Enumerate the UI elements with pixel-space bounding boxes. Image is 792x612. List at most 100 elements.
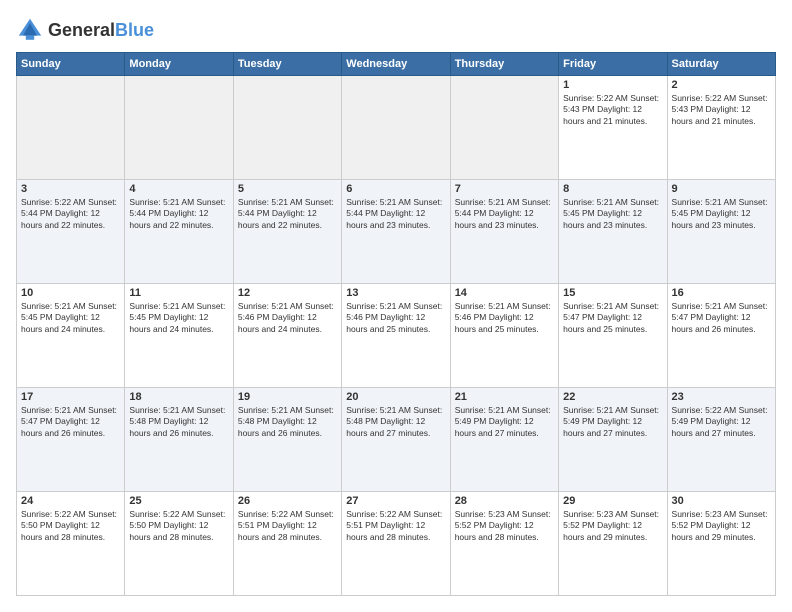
empty-cell xyxy=(450,76,558,180)
page: GeneralBlue SundayMondayTuesdayWednesday… xyxy=(0,0,792,612)
col-header-monday: Monday xyxy=(125,53,233,76)
day-number: 25 xyxy=(129,495,228,507)
day-number: 18 xyxy=(129,391,228,403)
day-info: Sunrise: 5:21 AM Sunset: 5:45 PM Dayligh… xyxy=(129,301,228,335)
day-number: 5 xyxy=(238,183,337,195)
day-number: 8 xyxy=(563,183,662,195)
calendar-week-5: 24 Sunrise: 5:22 AM Sunset: 5:50 PM Dayli… xyxy=(17,492,776,596)
col-header-tuesday: Tuesday xyxy=(233,53,341,76)
calendar-week-2: 3 Sunrise: 5:22 AM Sunset: 5:44 PM Daylig… xyxy=(17,180,776,284)
calendar-day-7: 7 Sunrise: 5:21 AM Sunset: 5:44 PM Daylig… xyxy=(450,180,558,284)
day-info: Sunrise: 5:21 AM Sunset: 5:49 PM Dayligh… xyxy=(563,405,662,439)
logo-text: GeneralBlue xyxy=(48,21,154,39)
day-number: 4 xyxy=(129,183,228,195)
calendar-day-10: 10Sunrise: 5:21 AM Sunset: 5:45 PM Dayli… xyxy=(17,284,125,388)
day-info: Sunrise: 5:22 AM Sunset: 5:44 PM Dayligh… xyxy=(21,197,120,231)
logo: GeneralBlue xyxy=(16,16,154,44)
day-number: 20 xyxy=(346,391,445,403)
calendar-day-28: 28 Sunrise: 5:23 AM Sunset: 5:52 PM Dayli… xyxy=(450,492,558,596)
calendar-day-11: 11 Sunrise: 5:21 AM Sunset: 5:45 PM Dayli… xyxy=(125,284,233,388)
col-header-thursday: Thursday xyxy=(450,53,558,76)
day-info: Sunrise: 5:21 AM Sunset: 5:44 PM Dayligh… xyxy=(129,197,228,231)
calendar-day-8: 8 Sunrise: 5:21 AM Sunset: 5:45 PM Daylig… xyxy=(559,180,667,284)
day-info: Sunrise: 5:21 AM Sunset: 5:47 PM Dayligh… xyxy=(563,301,662,335)
calendar-day-3: 3 Sunrise: 5:22 AM Sunset: 5:44 PM Daylig… xyxy=(17,180,125,284)
calendar: SundayMondayTuesdayWednesdayThursdayFrid… xyxy=(16,52,776,596)
calendar-day-19: 19 Sunrise: 5:21 AM Sunset: 5:48 PM Dayli… xyxy=(233,388,341,492)
day-number: 3 xyxy=(21,183,120,195)
calendar-day-26: 26Sunrise: 5:22 AM Sunset: 5:51 PM Dayli… xyxy=(233,492,341,596)
day-info: Sunrise: 5:21 AM Sunset: 5:44 PM Dayligh… xyxy=(238,197,337,231)
day-number: 22 xyxy=(563,391,662,403)
day-info: Sunrise: 5:21 AM Sunset: 5:45 PM Dayligh… xyxy=(21,301,120,335)
day-number: 14 xyxy=(455,287,554,299)
day-number: 27 xyxy=(346,495,445,507)
day-number: 19 xyxy=(238,391,337,403)
calendar-day-2: 2 Sunrise: 5:22 AM Sunset: 5:43 PM Daylig… xyxy=(667,76,775,180)
day-info: Sunrise: 5:21 AM Sunset: 5:49 PM Dayligh… xyxy=(455,405,554,439)
col-header-friday: Friday xyxy=(559,53,667,76)
empty-cell xyxy=(342,76,450,180)
empty-cell xyxy=(17,76,125,180)
calendar-day-4: 4 Sunrise: 5:21 AM Sunset: 5:44 PM Daylig… xyxy=(125,180,233,284)
calendar-day-27: 27 Sunrise: 5:22 AM Sunset: 5:51 PM Dayli… xyxy=(342,492,450,596)
calendar-day-20: 20 Sunrise: 5:21 AM Sunset: 5:48 PM Dayli… xyxy=(342,388,450,492)
calendar-day-23: 23 Sunrise: 5:22 AM Sunset: 5:49 PM Dayli… xyxy=(667,388,775,492)
day-info: Sunrise: 5:21 AM Sunset: 5:48 PM Dayligh… xyxy=(238,405,337,439)
day-number: 30 xyxy=(672,495,771,507)
calendar-day-22: 22 Sunrise: 5:21 AM Sunset: 5:49 PM Dayli… xyxy=(559,388,667,492)
calendar-week-1: 1 Sunrise: 5:22 AM Sunset: 5:43 PM Daylig… xyxy=(17,76,776,180)
day-info: Sunrise: 5:22 AM Sunset: 5:51 PM Dayligh… xyxy=(238,509,337,543)
calendar-day-9: 9Sunrise: 5:21 AM Sunset: 5:45 PM Daylig… xyxy=(667,180,775,284)
day-info: Sunrise: 5:21 AM Sunset: 5:44 PM Dayligh… xyxy=(455,197,554,231)
col-header-saturday: Saturday xyxy=(667,53,775,76)
day-info: Sunrise: 5:22 AM Sunset: 5:51 PM Dayligh… xyxy=(346,509,445,543)
calendar-week-4: 17 Sunrise: 5:21 AM Sunset: 5:47 PM Dayli… xyxy=(17,388,776,492)
calendar-day-29: 29Sunrise: 5:23 AM Sunset: 5:52 PM Dayli… xyxy=(559,492,667,596)
day-info: Sunrise: 5:21 AM Sunset: 5:47 PM Dayligh… xyxy=(21,405,120,439)
day-number: 1 xyxy=(563,79,662,91)
day-number: 11 xyxy=(129,287,228,299)
day-number: 2 xyxy=(672,79,771,91)
calendar-day-6: 6 Sunrise: 5:21 AM Sunset: 5:44 PM Daylig… xyxy=(342,180,450,284)
day-info: Sunrise: 5:22 AM Sunset: 5:49 PM Dayligh… xyxy=(672,405,771,439)
day-info: Sunrise: 5:21 AM Sunset: 5:45 PM Dayligh… xyxy=(672,197,771,231)
day-info: Sunrise: 5:22 AM Sunset: 5:43 PM Dayligh… xyxy=(672,93,771,127)
empty-cell xyxy=(233,76,341,180)
calendar-day-12: 12 Sunrise: 5:21 AM Sunset: 5:46 PM Dayli… xyxy=(233,284,341,388)
day-number: 28 xyxy=(455,495,554,507)
day-number: 7 xyxy=(455,183,554,195)
day-number: 23 xyxy=(672,391,771,403)
col-header-sunday: Sunday xyxy=(17,53,125,76)
calendar-day-30: 30 Sunrise: 5:23 AM Sunset: 5:52 PM Dayli… xyxy=(667,492,775,596)
day-info: Sunrise: 5:21 AM Sunset: 5:46 PM Dayligh… xyxy=(455,301,554,335)
day-info: Sunrise: 5:23 AM Sunset: 5:52 PM Dayligh… xyxy=(672,509,771,543)
day-info: Sunrise: 5:21 AM Sunset: 5:45 PM Dayligh… xyxy=(563,197,662,231)
logo-icon xyxy=(16,16,44,44)
day-number: 12 xyxy=(238,287,337,299)
day-info: Sunrise: 5:22 AM Sunset: 5:43 PM Dayligh… xyxy=(563,93,662,127)
day-number: 6 xyxy=(346,183,445,195)
day-number: 16 xyxy=(672,287,771,299)
day-info: Sunrise: 5:21 AM Sunset: 5:48 PM Dayligh… xyxy=(346,405,445,439)
day-number: 24 xyxy=(21,495,120,507)
calendar-day-5: 5 Sunrise: 5:21 AM Sunset: 5:44 PM Daylig… xyxy=(233,180,341,284)
day-info: Sunrise: 5:21 AM Sunset: 5:44 PM Dayligh… xyxy=(346,197,445,231)
day-number: 29 xyxy=(563,495,662,507)
day-info: Sunrise: 5:21 AM Sunset: 5:48 PM Dayligh… xyxy=(129,405,228,439)
day-number: 13 xyxy=(346,287,445,299)
calendar-day-13: 13 Sunrise: 5:21 AM Sunset: 5:46 PM Dayli… xyxy=(342,284,450,388)
calendar-day-18: 18 Sunrise: 5:21 AM Sunset: 5:48 PM Dayli… xyxy=(125,388,233,492)
day-info: Sunrise: 5:21 AM Sunset: 5:46 PM Dayligh… xyxy=(346,301,445,335)
calendar-day-14: 14 Sunrise: 5:21 AM Sunset: 5:46 PM Dayli… xyxy=(450,284,558,388)
col-header-wednesday: Wednesday xyxy=(342,53,450,76)
day-number: 21 xyxy=(455,391,554,403)
day-info: Sunrise: 5:23 AM Sunset: 5:52 PM Dayligh… xyxy=(455,509,554,543)
calendar-day-15: 15Sunrise: 5:21 AM Sunset: 5:47 PM Dayli… xyxy=(559,284,667,388)
day-info: Sunrise: 5:21 AM Sunset: 5:47 PM Dayligh… xyxy=(672,301,771,335)
day-number: 17 xyxy=(21,391,120,403)
day-info: Sunrise: 5:21 AM Sunset: 5:46 PM Dayligh… xyxy=(238,301,337,335)
calendar-week-3: 10Sunrise: 5:21 AM Sunset: 5:45 PM Dayli… xyxy=(17,284,776,388)
day-info: Sunrise: 5:22 AM Sunset: 5:50 PM Dayligh… xyxy=(129,509,228,543)
day-info: Sunrise: 5:22 AM Sunset: 5:50 PM Dayligh… xyxy=(21,509,120,543)
